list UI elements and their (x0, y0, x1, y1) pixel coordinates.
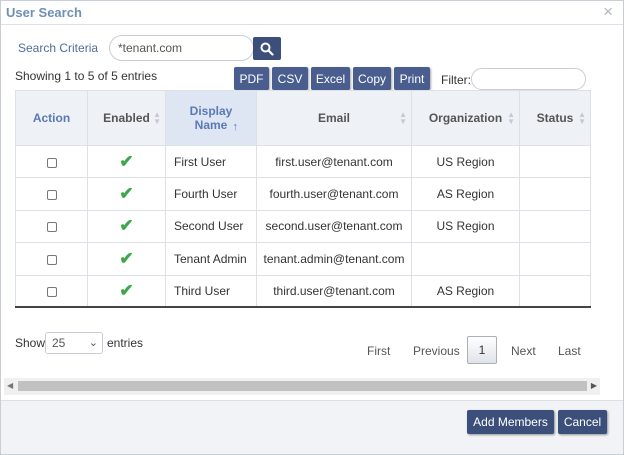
row-select-cell (15, 177, 88, 211)
entries-info: Showing 1 to 5 of 5 entries (15, 69, 158, 83)
column-header-action: Action (15, 90, 88, 146)
email-cell: third.user@tenant.com (256, 274, 412, 309)
row-checkbox[interactable] (46, 157, 57, 168)
sort-icon: ▲ ▼ (153, 110, 161, 126)
row-select-cell (15, 209, 88, 244)
email-cell: tenant.admin@tenant.com (256, 242, 412, 276)
checkmark-icon: ✔ (119, 216, 134, 236)
column-header-status[interactable]: Status ▲ ▼ (519, 90, 591, 146)
email-cell: first.user@tenant.com (256, 144, 412, 179)
table-row: ✔ Second User second.user@tenant.com US … (15, 209, 591, 244)
dialog-title: User Search (6, 5, 82, 20)
entries-label: entries (107, 336, 144, 350)
enabled-cell: ✔ (87, 242, 166, 276)
horizontal-scrollbar[interactable]: ◀ ▶ (4, 378, 600, 395)
column-header-email[interactable]: Email ▲ ▼ (256, 90, 412, 146)
row-checkbox[interactable] (46, 189, 57, 200)
pdf-button[interactable]: PDF (234, 67, 269, 90)
search-input[interactable] (109, 35, 254, 61)
display-name-cell: Tenant Admin (165, 242, 257, 276)
table-row: ✔ Tenant Admin tenant.admin@tenant.com (15, 242, 591, 276)
scroll-right-icon[interactable]: ▶ (591, 381, 597, 390)
pagination-page-1[interactable]: 1 (467, 336, 497, 364)
excel-button[interactable]: Excel (311, 67, 350, 90)
table-header-row: Action Enabled ▲ ▼ Display Name ↑ Email ▲ ▼ O… (15, 90, 591, 146)
enabled-cell: ✔ (87, 177, 166, 211)
pagination-previous[interactable]: Previous (413, 344, 460, 358)
page-length-select[interactable]: 25 ⌄ (45, 332, 103, 354)
add-members-button[interactable]: Add Members (467, 410, 554, 434)
organization-cell: AS Region (411, 177, 520, 211)
enabled-cell: ✔ (87, 144, 166, 179)
organization-cell: AS Region (411, 274, 520, 309)
scroll-left-icon[interactable]: ◀ (7, 381, 13, 390)
search-criteria-label: Search Criteria (18, 41, 99, 55)
chevron-down-icon: ⌄ (88, 337, 98, 349)
column-header-organization[interactable]: Organization ▲ ▼ (411, 90, 520, 146)
users-table: Action Enabled ▲ ▼ Display Name ↑ Email ▲ ▼ O… (15, 90, 591, 309)
row-checkbox[interactable] (46, 222, 57, 233)
column-header-enabled[interactable]: Enabled ▲ ▼ (87, 90, 166, 146)
enabled-cell: ✔ (87, 274, 166, 309)
scrollbar-thumb[interactable] (18, 381, 587, 391)
row-select-cell (15, 144, 88, 179)
pagination-first[interactable]: First (367, 344, 390, 358)
search-button[interactable] (253, 37, 281, 60)
display-name-cell: Fourth User (165, 177, 257, 211)
table-row: ✔ First User first.user@tenant.com US Re… (15, 144, 591, 179)
organization-cell: US Region (411, 209, 520, 244)
status-cell (519, 274, 591, 309)
organization-cell: US Region (411, 144, 520, 179)
search-icon (260, 42, 274, 56)
status-cell (519, 242, 591, 276)
row-select-cell (15, 274, 88, 309)
enabled-cell: ✔ (87, 209, 166, 244)
filter-label: Filter: (441, 73, 471, 87)
checkmark-icon: ✔ (119, 281, 134, 300)
table-row: ✔ Fourth User fourth.user@tenant.com AS … (15, 177, 591, 211)
pagination-next[interactable]: Next (511, 344, 536, 358)
sort-icon: ▲ ▼ (507, 110, 515, 126)
sort-icon: ▲ ▼ (578, 110, 586, 126)
csv-button[interactable]: CSV (272, 67, 308, 90)
filter-input[interactable] (471, 68, 586, 90)
row-checkbox[interactable] (46, 254, 57, 265)
checkmark-icon: ✔ (119, 151, 134, 171)
status-cell (519, 209, 591, 244)
user-search-dialog: User Search × Search Criteria Showing 1 … (0, 0, 624, 455)
page-length-value: 25 (52, 336, 66, 350)
dialog-titlebar: User Search × (1, 1, 623, 25)
cancel-button[interactable]: Cancel (558, 410, 607, 434)
email-cell: fourth.user@tenant.com (256, 177, 412, 211)
column-header-display-name[interactable]: Display Name ↑ (165, 90, 257, 146)
table-row: ✔ Third User third.user@tenant.com AS Re… (15, 274, 591, 309)
copy-button[interactable]: Copy (353, 67, 391, 90)
row-select-cell (15, 242, 88, 276)
close-icon[interactable]: × (603, 3, 613, 21)
display-name-cell: First User (165, 144, 257, 179)
checkmark-icon: ✔ (119, 248, 134, 268)
show-label: Show (15, 336, 46, 350)
status-cell (519, 177, 591, 211)
sort-ascending-icon: ↑ (232, 121, 239, 133)
checkmark-icon: ✔ (119, 184, 134, 204)
pagination-last[interactable]: Last (558, 344, 581, 358)
print-button[interactable]: Print (394, 67, 430, 90)
row-checkbox[interactable] (46, 286, 57, 297)
status-cell (519, 144, 591, 179)
display-name-cell: Second User (165, 209, 257, 244)
email-cell: second.user@tenant.com (256, 209, 412, 244)
display-name-cell: Third User (165, 274, 257, 309)
organization-cell (411, 242, 520, 276)
sort-icon: ▲ ▼ (399, 110, 407, 126)
